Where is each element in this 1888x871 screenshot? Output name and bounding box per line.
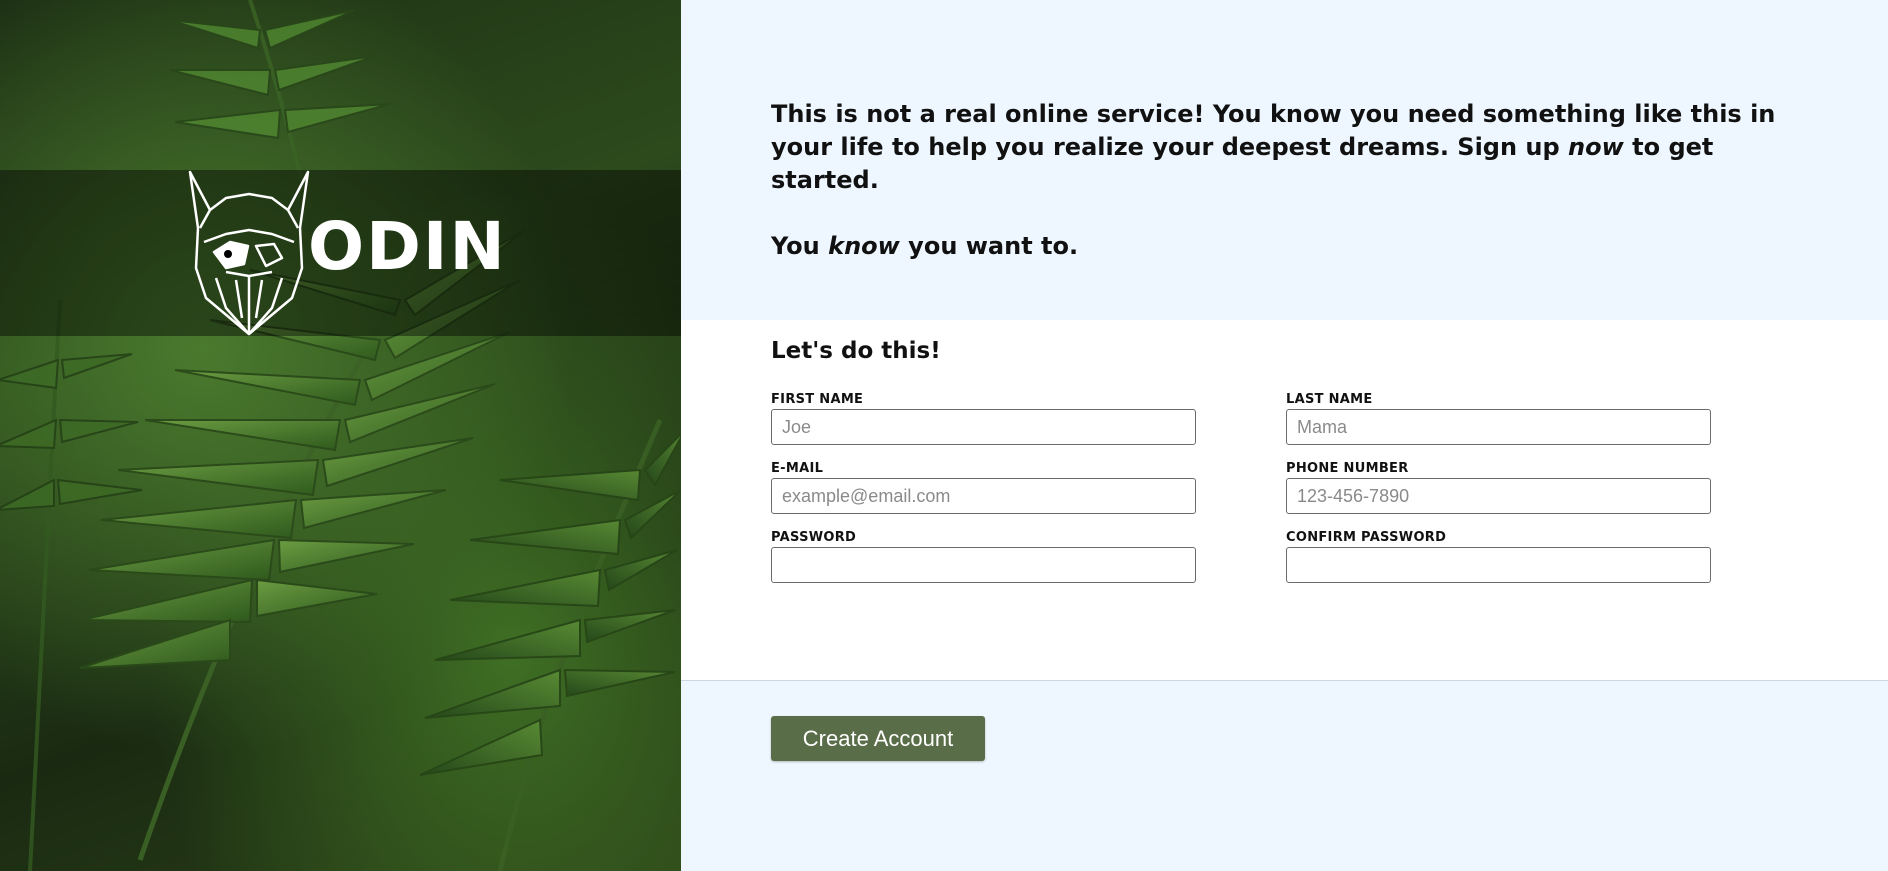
- tagline-text: you want to.: [899, 232, 1079, 260]
- fern-background-image: [0, 0, 681, 871]
- form-title: Let's do this!: [771, 338, 941, 364]
- confirm-password-group: CONFIRM PASSWORD: [1286, 530, 1711, 583]
- intro-tagline: You know you want to.: [771, 230, 1808, 263]
- last-name-group: LAST NAME: [1286, 392, 1711, 445]
- password-input[interactable]: [771, 547, 1196, 583]
- logo-banner: ODIN: [0, 170, 681, 336]
- form-actions: Create Account: [681, 681, 1888, 871]
- intro-section: This is not a real online service! You k…: [681, 0, 1888, 320]
- confirm-password-input[interactable]: [1286, 547, 1711, 583]
- create-account-button[interactable]: Create Account: [771, 716, 985, 761]
- password-label: PASSWORD: [771, 530, 857, 545]
- logo-wordmark: ODIN: [308, 208, 507, 285]
- form-fields: FIRST NAME LAST NAME E-MAIL PHONE NUMBER…: [771, 392, 1888, 583]
- email-group: E-MAIL: [771, 461, 1196, 514]
- hero-panel: ODIN: [0, 0, 681, 871]
- phone-group: PHONE NUMBER: [1286, 461, 1711, 514]
- viking-helmet-icon: [188, 170, 310, 336]
- phone-label: PHONE NUMBER: [1286, 461, 1409, 476]
- last-name-label: LAST NAME: [1286, 392, 1373, 407]
- intro-paragraph: This is not a real online service! You k…: [771, 98, 1808, 197]
- password-group: PASSWORD: [771, 530, 1196, 583]
- intro-emphasis: now: [1568, 133, 1624, 161]
- tagline-text: You: [771, 232, 829, 260]
- signup-form: Let's do this! FIRST NAME LAST NAME E-MA…: [681, 320, 1888, 681]
- main-content: This is not a real online service! You k…: [681, 0, 1888, 871]
- tagline-emphasis: know: [828, 232, 900, 260]
- phone-input[interactable]: [1286, 478, 1711, 514]
- first-name-group: FIRST NAME: [771, 392, 1196, 445]
- last-name-input[interactable]: [1286, 409, 1711, 445]
- email-input[interactable]: [771, 478, 1196, 514]
- email-label: E-MAIL: [771, 461, 824, 476]
- confirm-password-label: CONFIRM PASSWORD: [1286, 530, 1447, 545]
- first-name-label: FIRST NAME: [771, 392, 864, 407]
- first-name-input[interactable]: [771, 409, 1196, 445]
